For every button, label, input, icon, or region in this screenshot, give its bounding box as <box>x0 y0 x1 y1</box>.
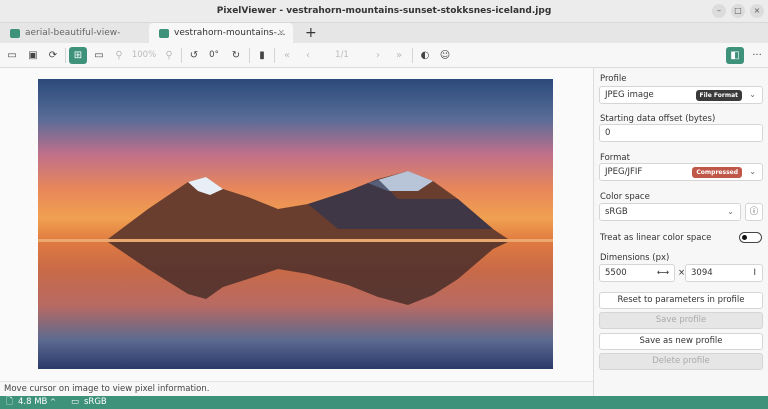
next-page-icon[interactable]: › <box>372 47 384 64</box>
first-page-icon[interactable]: « <box>280 47 294 64</box>
new-tab-button[interactable]: + <box>305 23 317 43</box>
save-profile-button[interactable]: Save profile <box>599 312 763 329</box>
profile-value: JPEG image <box>605 90 654 100</box>
save-icon[interactable]: ▣ <box>26 47 40 64</box>
linear-label: Treat as linear color space <box>600 233 712 243</box>
close-button[interactable]: × <box>750 4 764 18</box>
color-space-status[interactable]: sRGB <box>84 396 107 409</box>
tab-label: vestrahorn-mountains-... <box>174 28 286 38</box>
toolbar: ▭ ▣ ⟳ ⊞ ▭ ⚲ 100% ⚲ ↺ 0° ↻ ▮ « ‹ 1/1 › » … <box>0 43 768 68</box>
tab-vestrahorn[interactable]: vestrahorn-mountains-... × <box>149 23 293 44</box>
offset-label: Starting data offset (bytes) <box>600 114 716 124</box>
zoom-in-icon[interactable]: ⚲ <box>163 47 175 64</box>
tab-bar: aerial-beautiful-view-histori... vestrah… <box>0 22 768 58</box>
dimensions-label: Dimensions (px) <box>600 253 670 263</box>
maximize-button[interactable]: □ <box>731 4 745 18</box>
zoom-out-icon[interactable]: ⚲ <box>113 47 125 64</box>
title-bar: PixelViewer - vestrahorn-mountains-sunse… <box>0 0 768 22</box>
palette-icon[interactable]: ☺ <box>439 47 451 64</box>
rotate-right-icon[interactable]: ↻ <box>230 47 242 64</box>
colorspace-label: Color space <box>600 192 650 202</box>
rotation-value: 0° <box>209 50 219 60</box>
more-button[interactable]: ··· <box>749 47 765 64</box>
window-title: PixelViewer - vestrahorn-mountains-sunse… <box>216 6 552 16</box>
offset-input[interactable]: 0 <box>599 124 763 142</box>
tab-aerial[interactable]: aerial-beautiful-view-histori... <box>0 23 145 58</box>
image-icon <box>159 29 169 38</box>
status-message: Move cursor on image to view pixel infor… <box>0 381 593 396</box>
save-new-profile-button[interactable]: Save as new profile <box>599 333 763 350</box>
histogram-icon[interactable]: ▮ <box>255 47 269 64</box>
prev-page-icon[interactable]: ‹ <box>302 47 314 64</box>
image-icon <box>10 29 20 38</box>
mountain-photo <box>38 171 553 305</box>
minimize-button[interactable]: – <box>712 4 726 18</box>
file-icon: 🗋 <box>6 397 13 407</box>
width-icon: ⟷ <box>656 268 669 278</box>
info-icon[interactable]: ⓘ <box>745 203 763 221</box>
toggle-sidebar-icon[interactable]: ◧ <box>726 47 744 64</box>
width-input[interactable]: 5500 ⟷ <box>599 264 675 282</box>
format-value: JPEG/JFIF <box>605 167 643 177</box>
profile-label: Profile <box>600 74 627 84</box>
file-format-badge: File Format <box>695 90 742 101</box>
rotate-left-icon[interactable]: ↺ <box>188 47 200 64</box>
properties-sidebar: Profile JPEG image File Format ⌄ Starting … <box>593 68 768 396</box>
reset-button[interactable]: Reset to parameters in profile <box>599 292 763 309</box>
height-value: 3094 <box>691 268 713 278</box>
image-preview[interactable] <box>38 79 553 369</box>
colorspace-select[interactable]: sRGB ⌄ <box>599 203 741 221</box>
close-tab-icon[interactable]: × <box>277 23 285 43</box>
colorspace-value: sRGB <box>605 207 628 217</box>
status-bar: 🗋 4.8 MB ^ ▭ sRGB <box>0 396 768 409</box>
delete-profile-button[interactable]: Delete profile <box>599 353 763 370</box>
height-icon: I <box>753 268 756 278</box>
height-input[interactable]: 3094 I <box>685 264 763 282</box>
refresh-icon[interactable]: ⟳ <box>46 47 60 64</box>
contrast-icon[interactable]: ◐ <box>419 47 431 64</box>
last-page-icon[interactable]: » <box>392 47 406 64</box>
monitor-icon: ▭ <box>71 397 80 407</box>
width-value: 5500 <box>605 268 627 278</box>
compressed-badge: Compressed <box>692 167 742 178</box>
chevron-down-icon: ⌄ <box>749 167 756 176</box>
chevron-down-icon: ⌄ <box>749 90 756 99</box>
chevron-down-icon: ⌄ <box>727 207 734 216</box>
actual-size-icon[interactable]: ▭ <box>92 47 106 64</box>
linear-toggle[interactable] <box>739 232 762 243</box>
open-folder-icon[interactable]: ▭ <box>5 47 19 64</box>
profile-select[interactable]: JPEG image File Format ⌄ <box>599 86 763 104</box>
format-label: Format <box>600 153 630 163</box>
zoom-level: 100% <box>131 50 157 60</box>
page-indicator: 1/1 <box>335 50 349 60</box>
file-size[interactable]: 4.8 MB <box>18 396 47 409</box>
fit-window-icon[interactable]: ⊞ <box>69 47 87 64</box>
format-select[interactable]: JPEG/JFIF Compressed ⌄ <box>599 163 763 181</box>
chevron-up-icon[interactable]: ^ <box>50 396 56 409</box>
